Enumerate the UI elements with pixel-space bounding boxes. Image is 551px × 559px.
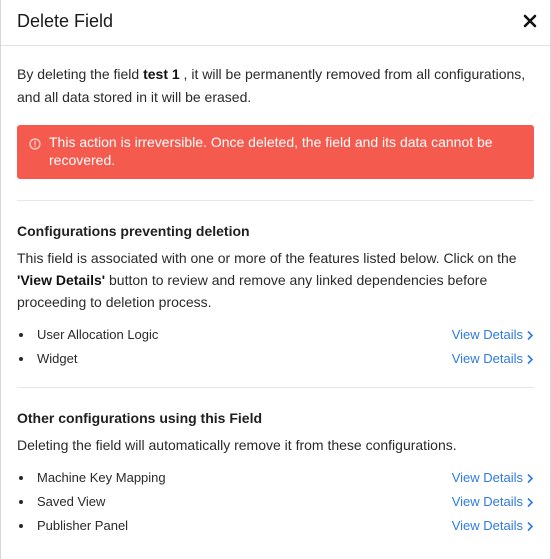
chevron-right-icon [527, 473, 534, 484]
item-label: Widget [37, 351, 78, 366]
preventing-desc-before: This field is associated with one or mor… [17, 250, 517, 266]
other-section: Other configurations using this Field De… [17, 410, 534, 538]
view-details-link[interactable]: View Details [452, 347, 534, 371]
close-icon[interactable] [522, 13, 538, 29]
list-item: Machine Key Mapping View Details [17, 466, 534, 490]
bullet [19, 357, 23, 361]
bullet [19, 500, 23, 504]
chevron-right-icon [527, 521, 534, 532]
view-details-link[interactable]: View Details [452, 514, 534, 538]
field-name: test 1 [143, 66, 180, 82]
preventing-section: Configurations preventing deletion This … [17, 223, 534, 371]
view-details-link[interactable]: View Details [452, 466, 534, 490]
other-list: Machine Key Mapping View Details Saved V… [17, 466, 534, 538]
alert-text: This action is irreversible. Once delete… [49, 134, 493, 168]
preventing-desc-bold: 'View Details' [17, 272, 106, 288]
item-label: Saved View [37, 494, 106, 509]
other-description: Deleting the field will automatically re… [17, 437, 457, 453]
dialog-body: By deleting the field test 1 , it will b… [1, 63, 550, 538]
intro-before: By deleting the field [17, 66, 144, 82]
view-details-link[interactable]: View Details [452, 323, 534, 347]
irreversible-alert: This action is irreversible. Once delete… [17, 125, 534, 179]
delete-field-dialog: Delete Field By deleting the field test … [0, 0, 551, 559]
bullet [19, 476, 23, 480]
list-item: Publisher Panel View Details [17, 514, 534, 538]
item-label: Publisher Panel [37, 518, 129, 533]
list-item: Saved View View Details [17, 490, 534, 514]
preventing-description: This field is associated with one or mor… [17, 247, 534, 313]
dialog-title: Delete Field [17, 11, 114, 31]
chevron-right-icon [527, 497, 534, 508]
divider [17, 200, 534, 201]
list-item: User Allocation Logic View Details [17, 323, 534, 347]
view-details-label: View Details [451, 518, 523, 533]
chevron-right-icon [527, 354, 534, 365]
dialog-header: Delete Field [1, 0, 550, 46]
item-label: Machine Key Mapping [37, 470, 166, 485]
preventing-list: User Allocation Logic View Details Widge… [17, 323, 534, 371]
list-item: Widget View Details [17, 347, 534, 371]
intro-text: By deleting the field test 1 , it will b… [17, 63, 534, 109]
bullet [19, 333, 23, 337]
view-details-label: View Details [451, 470, 523, 485]
preventing-title: Configurations preventing deletion [17, 223, 250, 239]
view-details-label: View Details [451, 327, 523, 342]
view-details-label: View Details [451, 351, 523, 366]
view-details-link[interactable]: View Details [452, 490, 534, 514]
item-label: User Allocation Logic [37, 327, 159, 342]
divider [17, 387, 534, 388]
bullet [19, 524, 23, 528]
chevron-right-icon [527, 330, 534, 341]
other-title: Other configurations using this Field [17, 410, 263, 426]
info-circle-icon [29, 136, 41, 150]
view-details-label: View Details [451, 494, 523, 509]
